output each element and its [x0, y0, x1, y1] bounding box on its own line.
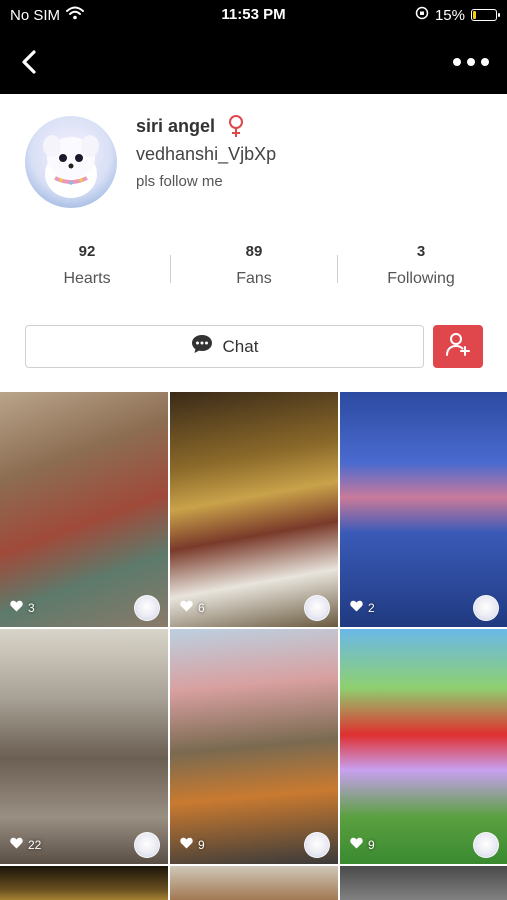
- stat-following[interactable]: 3 Following: [337, 243, 505, 288]
- profile-stats: 92 Hearts 89 Fans 3 Following: [0, 243, 507, 299]
- creator-avatar: [473, 595, 499, 621]
- video-thumbnail[interactable]: 9: [340, 629, 507, 864]
- like-count-value: 22: [28, 837, 42, 852]
- stat-label: Following: [387, 270, 455, 287]
- battery-icon: [471, 9, 500, 21]
- heart-icon: [350, 837, 363, 852]
- like-count-value: 9: [368, 837, 375, 852]
- video-thumbnail[interactable]: 22: [0, 629, 168, 864]
- status-bar: No SIM 11:53 PM 15%: [0, 0, 507, 30]
- back-button[interactable]: [14, 44, 50, 80]
- more-button[interactable]: [449, 44, 493, 80]
- like-count: 3: [10, 600, 35, 615]
- video-thumbnail[interactable]: 9: [170, 629, 338, 864]
- stat-label: Hearts: [63, 270, 111, 287]
- orientation-lock-icon: [415, 6, 429, 24]
- like-count: 2: [350, 600, 375, 615]
- stat-value: 92: [78, 243, 96, 260]
- username: vedhanshi_VjbXp: [136, 144, 277, 164]
- stat-fans[interactable]: 89 Fans: [170, 243, 338, 288]
- heart-icon: [180, 600, 193, 615]
- video-thumbnail[interactable]: [170, 866, 338, 900]
- bio: pls follow me: [136, 173, 223, 190]
- name-row: siri angel: [136, 114, 245, 138]
- like-count-value: 3: [28, 600, 35, 615]
- chat-bubble-icon: [191, 334, 213, 359]
- like-count: 6: [180, 600, 205, 615]
- video-thumbnail[interactable]: 2: [340, 392, 507, 627]
- creator-avatar: [304, 595, 330, 621]
- stat-value: 3: [416, 243, 426, 260]
- add-user-icon: [445, 331, 471, 362]
- video-thumbnail[interactable]: [0, 866, 168, 900]
- like-count-value: 6: [198, 600, 205, 615]
- follow-button[interactable]: [433, 325, 483, 368]
- nav-bar: [0, 30, 507, 94]
- stat-label: Fans: [236, 270, 272, 287]
- like-count: 9: [350, 837, 375, 852]
- video-thumbnail[interactable]: 6: [170, 392, 338, 627]
- stat-hearts[interactable]: 92 Hearts: [3, 243, 171, 288]
- video-thumbnail[interactable]: [340, 866, 507, 900]
- like-count: 22: [10, 837, 41, 852]
- heart-icon: [10, 600, 23, 615]
- like-count-value: 9: [198, 837, 205, 852]
- stat-value: 89: [245, 243, 263, 260]
- heart-icon: [180, 837, 193, 852]
- like-count: 9: [180, 837, 205, 852]
- like-count-value: 2: [368, 600, 375, 615]
- creator-avatar: [473, 832, 499, 858]
- battery-percent: 15%: [434, 6, 465, 24]
- creator-avatar: [304, 832, 330, 858]
- female-icon: [227, 114, 245, 138]
- creator-avatar: [134, 832, 160, 858]
- video-thumbnail[interactable]: 3: [0, 392, 168, 627]
- profile-avatar[interactable]: [25, 116, 117, 208]
- heart-icon: [350, 600, 363, 615]
- display-name: siri angel: [136, 115, 216, 136]
- chat-button[interactable]: Chat: [25, 325, 424, 368]
- chat-label: Chat: [222, 336, 259, 356]
- video-grid: 3 6 2 22 9 9: [0, 392, 507, 900]
- creator-avatar: [134, 595, 160, 621]
- heart-icon: [10, 837, 23, 852]
- more-horizontal-icon: [449, 58, 493, 84]
- chevron-left-icon: [14, 50, 50, 84]
